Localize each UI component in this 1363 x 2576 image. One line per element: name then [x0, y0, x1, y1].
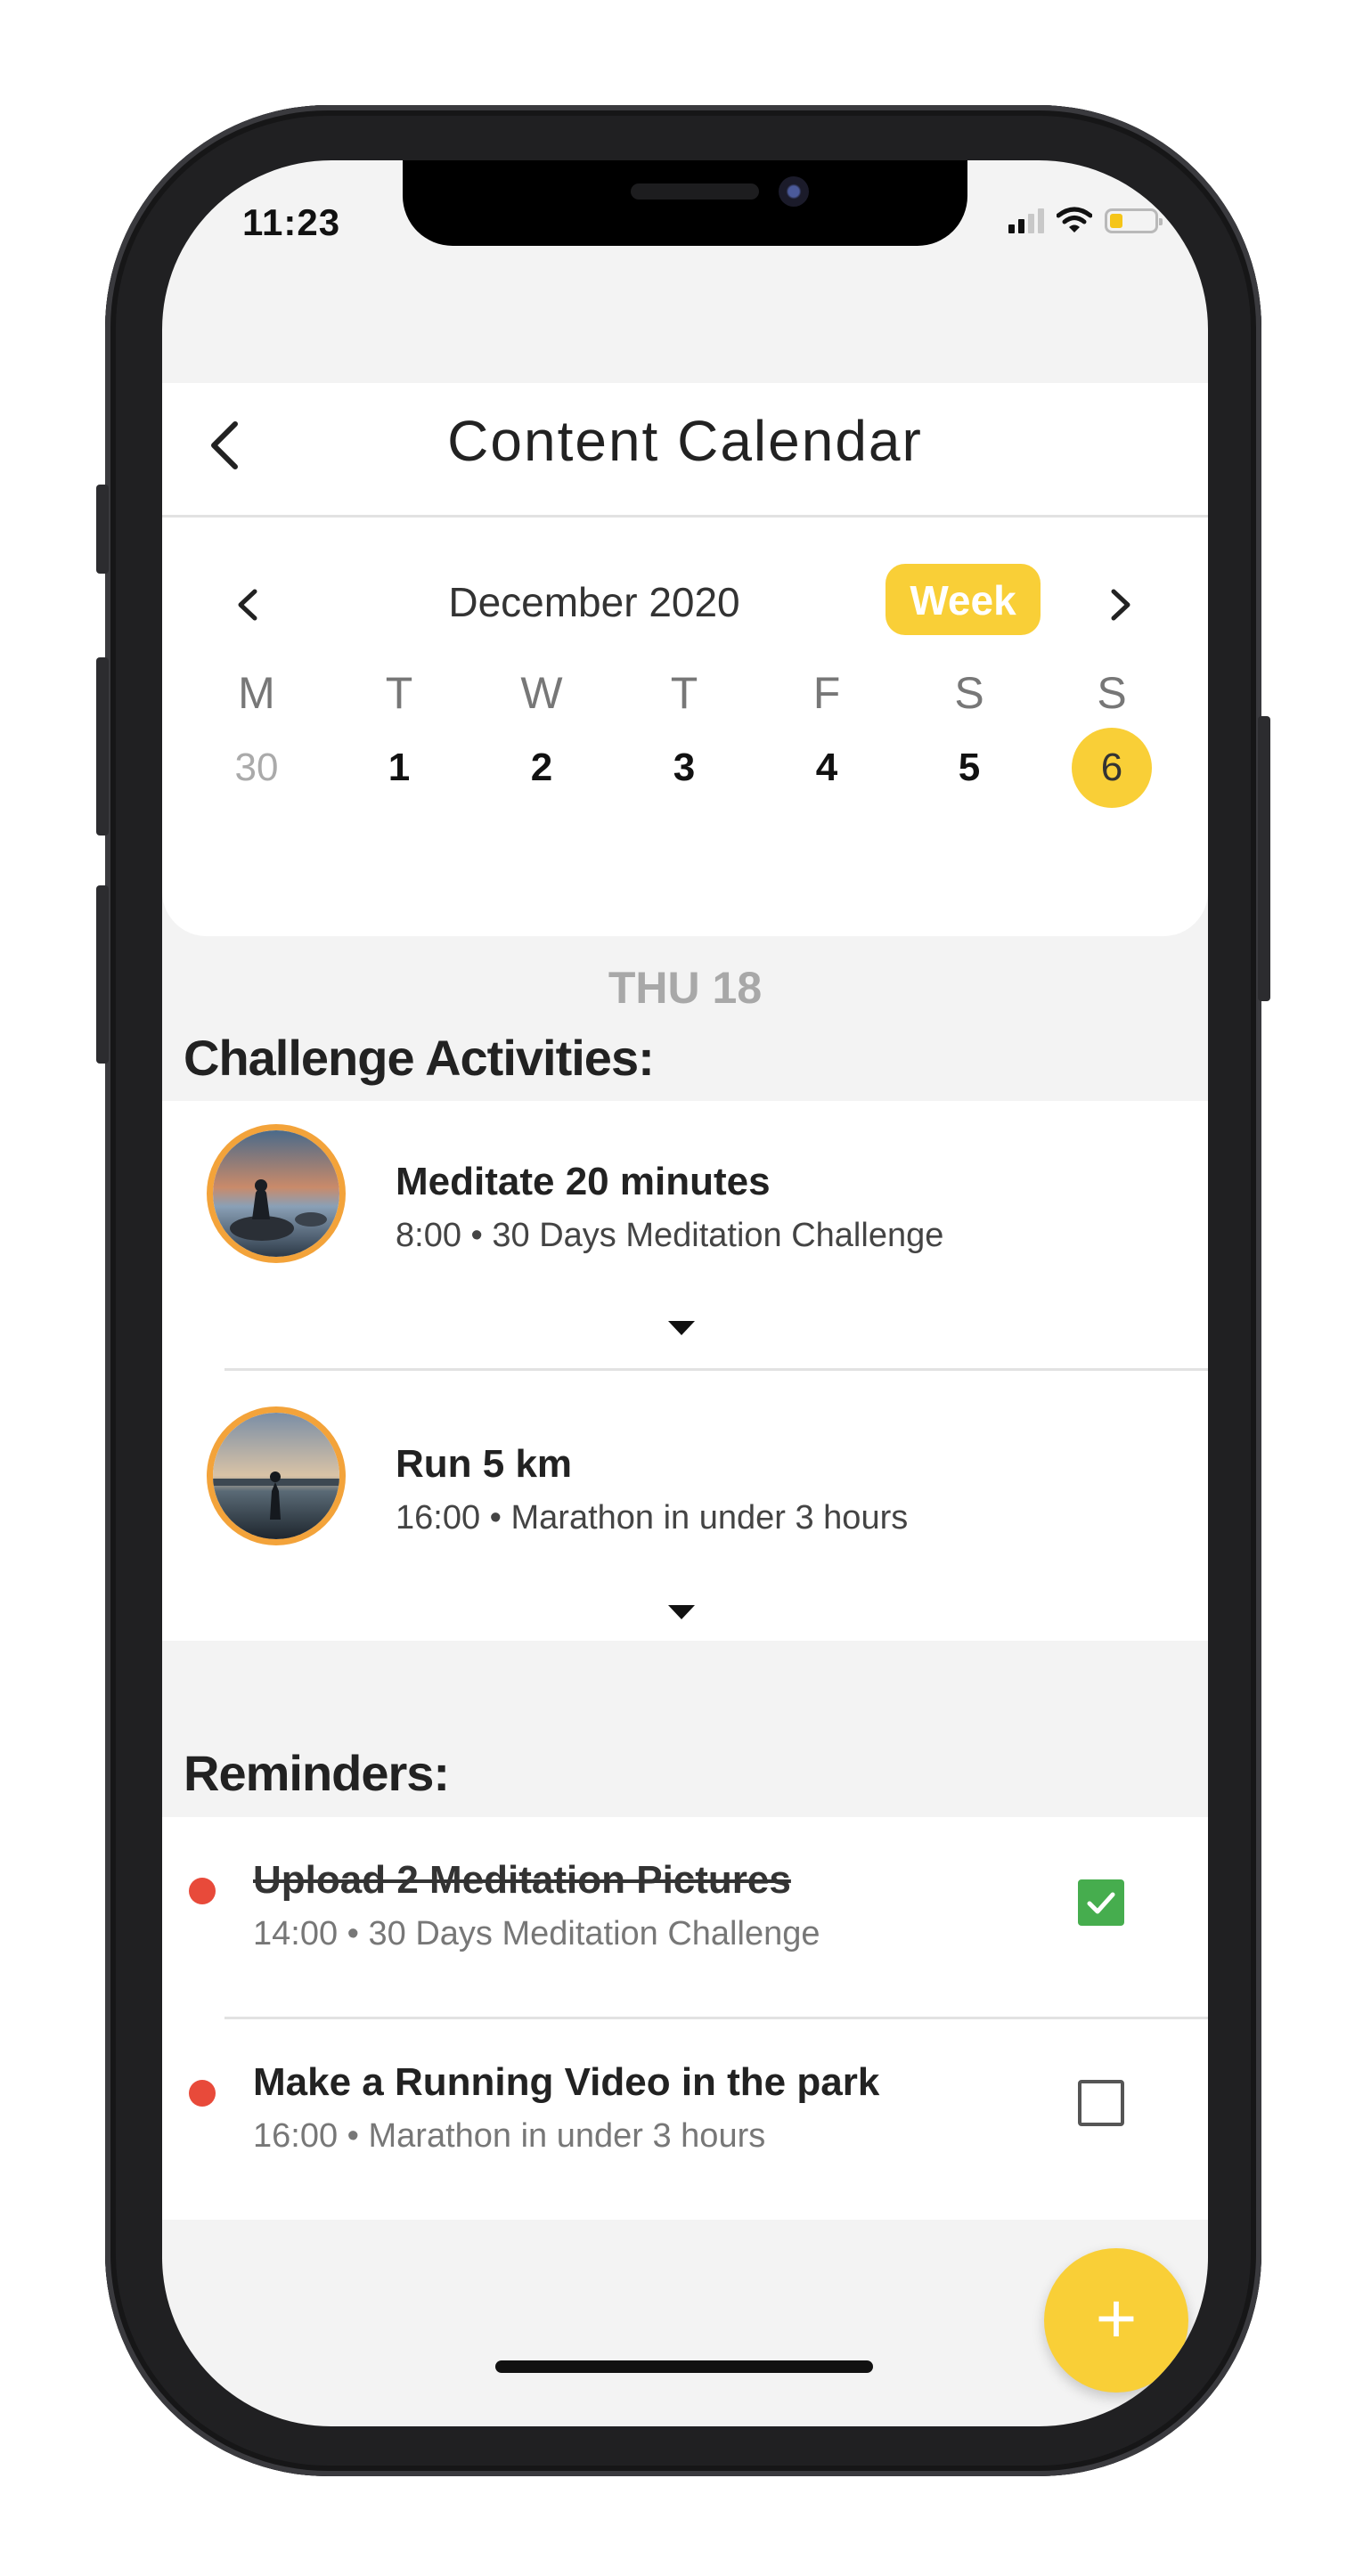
battery-icon [1105, 208, 1163, 233]
reminder-title: Upload 2 Meditation Pictures [253, 1858, 791, 1902]
reminder-dot [189, 1878, 216, 1904]
weekday-letter: S [1097, 668, 1127, 718]
front-camera [779, 176, 809, 207]
page-title: Content Calendar [447, 409, 923, 473]
chevron-left-icon [238, 589, 257, 621]
calendar-day[interactable]: 5 [925, 728, 1014, 808]
add-button[interactable]: + [1044, 2248, 1188, 2393]
activity-item[interactable]: Run 5 km 16:00 • Marathon in under 3 hou… [162, 1371, 1208, 1641]
calendar-day-selected[interactable]: 6 [1072, 728, 1152, 808]
weekday-letter: T [385, 668, 413, 718]
notch [403, 160, 967, 246]
expand-button[interactable] [664, 1315, 699, 1341]
chevron-right-icon [1111, 589, 1130, 621]
reminder-checkbox[interactable] [1078, 2080, 1124, 2126]
activity-title: Run 5 km [396, 1442, 573, 1486]
reminder-checkbox-checked[interactable] [1078, 1879, 1124, 1926]
cellular-signal-icon [1008, 208, 1044, 233]
week-calendar: December 2020 Week M T W T F S S 30 1 2 … [162, 518, 1208, 936]
week-view-toggle[interactable]: Week [886, 564, 1041, 635]
caret-down-icon [668, 1605, 695, 1619]
activity-item[interactable]: Meditate 20 minutes 8:00 • 30 Days Medit… [162, 1101, 1208, 1368]
calendar-day[interactable]: 30 [212, 728, 301, 808]
activity-avatar-image [207, 1406, 346, 1545]
checkmark-icon [1087, 1892, 1115, 1914]
weekday-letter: M [238, 668, 275, 718]
home-indicator [495, 2360, 873, 2373]
mute-switch [96, 485, 109, 574]
previous-week-button[interactable] [221, 578, 274, 632]
reminders-list: Upload 2 Meditation Pictures 14:00 • 30 … [162, 1817, 1208, 2220]
activity-subtitle: 16:00 • Marathon in under 3 hours [396, 1499, 909, 1537]
selected-date-heading: THU 18 [608, 963, 763, 1013]
caret-down-icon [668, 1321, 695, 1335]
challenge-activities-list: Meditate 20 minutes 8:00 • 30 Days Medit… [162, 1101, 1208, 1641]
expand-button[interactable] [664, 1599, 699, 1626]
reminder-subtitle: 14:00 • 30 Days Meditation Challenge [253, 1915, 820, 1952]
status-time: 11:23 [242, 201, 341, 243]
calendar-day[interactable]: 3 [640, 728, 729, 808]
weekday-letter: W [520, 668, 563, 718]
weekday-letter: F [812, 668, 841, 718]
power-button [1258, 716, 1270, 1001]
calendar-day[interactable]: 4 [782, 728, 871, 808]
app-header: Content Calendar [162, 383, 1208, 518]
calendar-day[interactable]: 2 [497, 728, 586, 808]
reminder-item[interactable]: Make a Running Video in the park 16:00 •… [162, 2019, 1208, 2220]
reminder-item[interactable]: Upload 2 Meditation Pictures 14:00 • 30 … [162, 1817, 1208, 2017]
weekday-letter: S [954, 668, 984, 718]
activity-subtitle: 8:00 • 30 Days Meditation Challenge [396, 1217, 944, 1254]
reminder-title: Make a Running Video in the park [253, 2060, 880, 2104]
reminders-heading: Reminders: [184, 1745, 450, 1801]
activity-avatar-image [207, 1124, 346, 1263]
month-label: December 2020 [448, 579, 740, 625]
activity-title: Meditate 20 minutes [396, 1160, 771, 1203]
wifi-icon [1057, 207, 1092, 232]
reminder-subtitle: 16:00 • Marathon in under 3 hours [253, 2117, 766, 2155]
volume-down-button [96, 885, 109, 1064]
reminder-dot [189, 2080, 216, 2107]
calendar-day[interactable]: 1 [355, 728, 444, 808]
speaker [631, 183, 759, 200]
volume-up-button [96, 657, 109, 836]
status-icons [1008, 207, 1163, 233]
challenge-activities-heading: Challenge Activities: [184, 1030, 655, 1086]
app-screen: 11:23 Content Calendar December 2020 Wee… [162, 160, 1208, 2426]
weekday-letter: T [670, 668, 698, 718]
next-week-button[interactable] [1094, 578, 1147, 632]
